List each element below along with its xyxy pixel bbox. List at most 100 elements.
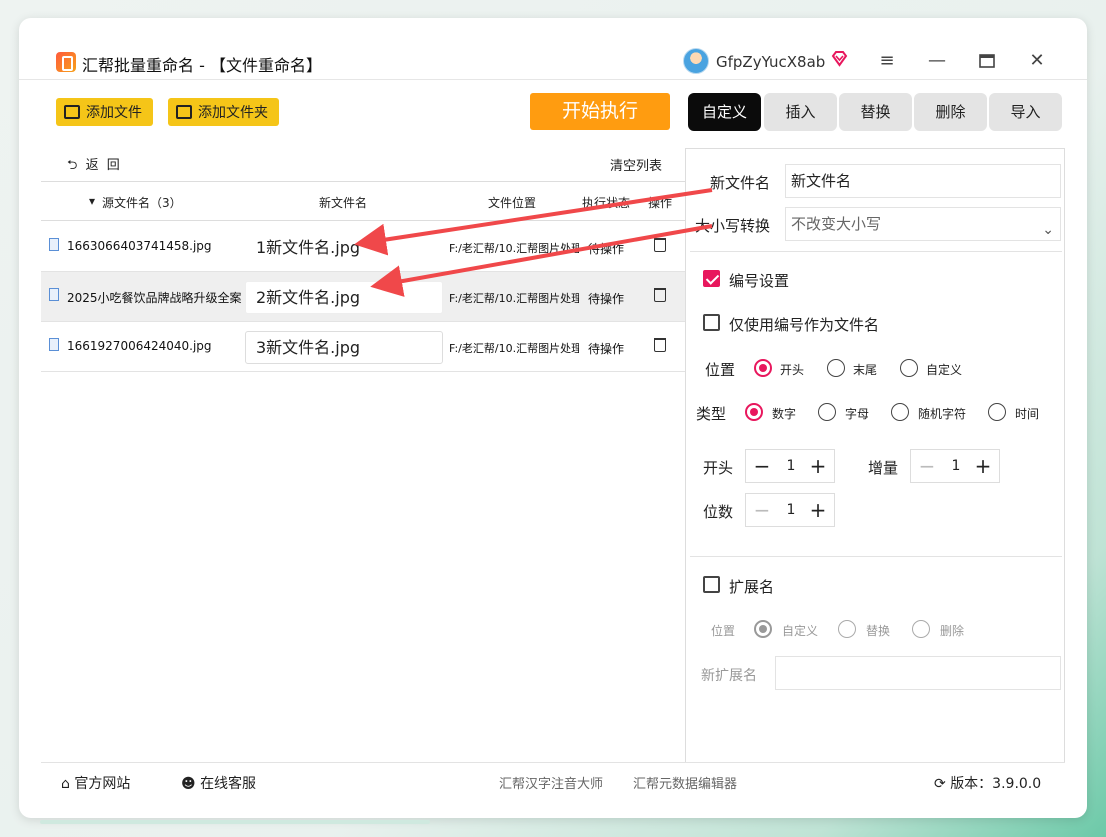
file-location: F:/老汇帮/10.汇帮图片处理器	[449, 292, 579, 305]
type-radio-letter[interactable]	[818, 403, 836, 421]
file-list-icon	[64, 105, 80, 119]
type-option-label: 随机字符	[918, 407, 967, 421]
official-website-link[interactable]: ⌂ 官方网站	[61, 773, 130, 793]
tab-custom[interactable]: 自定义	[688, 93, 761, 131]
position-option-label: 开头	[780, 363, 805, 377]
type-option-label: 字母	[845, 407, 870, 421]
position-radio-custom[interactable]	[900, 359, 918, 377]
status-text: 待操作	[588, 242, 625, 256]
tab-insert[interactable]: 插入	[764, 93, 837, 131]
extension-label: 扩展名	[729, 578, 775, 596]
case-select-value: 不改变大小写	[791, 215, 882, 233]
close-icon[interactable]: ✕	[1023, 48, 1051, 74]
user-avatar[interactable]	[683, 48, 709, 74]
type-label: 类型	[696, 405, 727, 423]
status-text: 待操作	[588, 292, 625, 306]
type-option-label: 数字	[772, 407, 797, 421]
new-name-label: 新文件名	[710, 174, 771, 192]
digits-value[interactable]: 1	[782, 502, 800, 518]
back-label: 返 回	[85, 158, 122, 173]
case-label: 大小写转换	[695, 217, 771, 235]
new-filename: 3新文件名.jpg	[245, 331, 443, 364]
col-action: 操作	[648, 196, 673, 210]
add-file-button[interactable]: 添加文件	[56, 98, 153, 126]
start-stepper[interactable]: − 1 +	[745, 449, 835, 483]
chevron-down-icon: ⌄	[1042, 222, 1054, 238]
ext-radio-custom[interactable]	[754, 620, 772, 638]
add-file-label: 添加文件	[86, 105, 142, 121]
type-radio-random[interactable]	[891, 403, 909, 421]
minimize-icon[interactable]: —	[923, 48, 951, 74]
trash-icon[interactable]	[654, 288, 666, 302]
type-radio-time[interactable]	[988, 403, 1006, 421]
position-label: 位置	[705, 361, 736, 379]
tab-import[interactable]: 导入	[989, 93, 1062, 131]
new-ext-input[interactable]	[775, 656, 1061, 690]
tab-delete[interactable]: 删除	[914, 93, 987, 131]
extension-checkbox[interactable]	[703, 576, 720, 593]
increment-value[interactable]: 1	[947, 458, 965, 474]
numbering-checkbox[interactable]	[703, 270, 720, 287]
numbering-label: 编号设置	[729, 272, 790, 290]
title-bar: 汇帮批量重命名 - 【文件重命名】 GfpZyYucX8ab ≡ — ✕	[19, 18, 1087, 80]
minus-icon[interactable]: −	[917, 454, 937, 478]
type-radio-number[interactable]	[745, 403, 763, 421]
start-button[interactable]: 开始执行	[530, 93, 670, 130]
ext-option-label: 替换	[866, 624, 891, 638]
table-row[interactable]: 2025小吃餐饮品牌战略升级全案 2新文件名.jpg F:/老汇帮/10.汇帮图…	[41, 272, 686, 322]
menu-icon[interactable]: ≡	[873, 48, 901, 74]
product-link-2[interactable]: 汇帮元数据编辑器	[633, 773, 737, 792]
website-label: 官方网站	[74, 776, 131, 792]
minus-icon[interactable]: −	[752, 498, 772, 522]
plus-icon[interactable]: +	[973, 454, 993, 478]
maximize-icon[interactable]	[973, 48, 1001, 74]
case-select[interactable]: 不改变大小写 ⌄	[785, 207, 1061, 241]
support-label: 在线客服	[200, 776, 257, 792]
sort-down-icon[interactable]: ▾	[89, 194, 95, 208]
back-arrow-icon: ⮌	[67, 158, 80, 173]
trash-icon[interactable]	[654, 238, 666, 252]
file-location: F:/老汇帮/10.汇帮图片处理器	[449, 242, 579, 255]
username[interactable]: GfpZyYucX8ab	[716, 53, 825, 71]
position-radio-end[interactable]	[827, 359, 845, 377]
ext-option-label: 自定义	[782, 624, 819, 638]
app-logo-icon	[56, 52, 76, 72]
increment-stepper[interactable]: − 1 +	[910, 449, 1000, 483]
digits-stepper[interactable]: − 1 +	[745, 493, 835, 527]
position-option-label: 自定义	[926, 363, 963, 377]
position-radio-start[interactable]	[754, 359, 772, 377]
back-button[interactable]: ⮌ 返 回	[67, 154, 122, 178]
plus-icon[interactable]: +	[808, 454, 828, 478]
only-number-checkbox[interactable]	[703, 314, 720, 331]
version-info[interactable]: ⟳ 版本：3.9.0.0	[934, 773, 1041, 793]
col-new-name: 新文件名	[319, 196, 368, 210]
clear-list-button[interactable]: 清空列表	[610, 155, 662, 174]
new-filename: 2新文件名.jpg	[245, 281, 443, 314]
file-location: F:/老汇帮/10.汇帮图片处理器	[449, 342, 579, 355]
col-source[interactable]: 源文件名（3）	[102, 194, 182, 211]
table-row[interactable]: 1663066403741458.jpg 1新文件名.jpg F:/老汇帮/10…	[41, 222, 686, 272]
vip-diamond-icon[interactable]	[831, 50, 848, 67]
online-support-link[interactable]: ☻ 在线客服	[181, 773, 256, 793]
table-row[interactable]: 1661927006424040.jpg 3新文件名.jpg F:/老汇帮/10…	[41, 322, 686, 372]
support-agent-icon: ☻	[181, 776, 196, 792]
col-status: 执行状态	[582, 196, 631, 210]
ext-radio-replace[interactable]	[838, 620, 856, 638]
source-filename: 1661927006424040.jpg	[67, 339, 212, 353]
position-option-label: 末尾	[853, 363, 878, 377]
trash-icon[interactable]	[654, 338, 666, 352]
tab-replace[interactable]: 替换	[839, 93, 912, 131]
add-folder-button[interactable]: 添加文件夹	[168, 98, 279, 126]
app-window: 汇帮批量重命名 - 【文件重命名】 GfpZyYucX8ab ≡ — ✕ 添加文…	[19, 18, 1087, 818]
minus-icon[interactable]: −	[752, 454, 772, 478]
ext-radio-delete[interactable]	[912, 620, 930, 638]
plus-icon[interactable]: +	[808, 498, 828, 522]
source-filename: 2025小吃餐饮品牌战略升级全案	[67, 291, 242, 305]
image-file-icon	[49, 238, 59, 251]
new-name-input[interactable]: 新文件名	[785, 164, 1061, 198]
version-label: 版本：3.9.0.0	[950, 776, 1042, 792]
divider	[690, 556, 1062, 557]
image-file-icon	[49, 338, 59, 351]
product-link-1[interactable]: 汇帮汉字注音大师	[499, 773, 603, 792]
start-value[interactable]: 1	[782, 458, 800, 474]
